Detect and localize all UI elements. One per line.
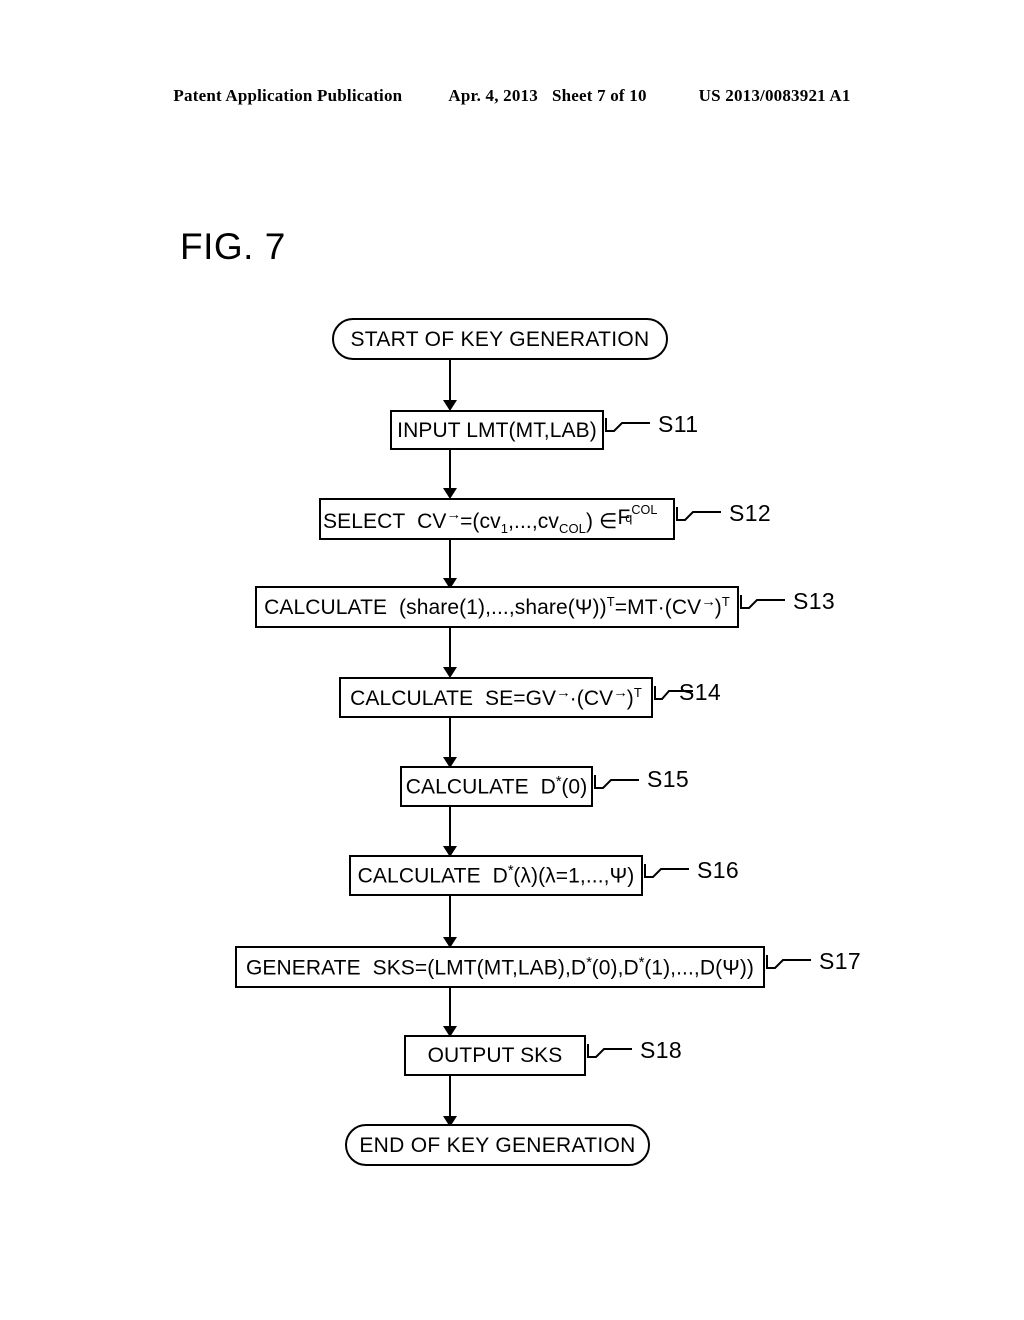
step-label-s11: S11	[658, 411, 699, 437]
step-label-s12: S12	[729, 500, 772, 526]
leader-line-s18	[587, 1044, 632, 1058]
s13-body-c: )	[714, 596, 722, 620]
vector-arrow-icon: →	[701, 594, 716, 611]
s12-element-of-icon: ∈	[599, 509, 618, 533]
vector-arrow-icon: →	[613, 684, 628, 701]
flow-node-s16-label: CALCULATE D*(λ)(λ=1,...,Ψ)	[354, 864, 639, 888]
step-label-s15: S15	[647, 766, 690, 792]
flow-node-s18: OUTPUT SKS	[404, 1035, 586, 1076]
step-label-s16: S16	[697, 857, 740, 883]
s15-body-b: (0)	[561, 775, 588, 799]
vector-arrow-icon: →	[556, 684, 571, 701]
leader-line-s11	[605, 418, 650, 432]
s12-mid: ,...,cv	[508, 509, 559, 533]
flow-node-s17-label: GENERATE SKS=(LMT(MT,LAB),D*(0),D*(1),..…	[242, 955, 758, 980]
leader-line-s15	[594, 775, 639, 789]
flow-node-s15: CALCULATE D*(0)	[400, 766, 593, 807]
s13-body-a: (share(1),...,share(Ψ))	[399, 596, 607, 620]
s15-body-a: D	[540, 775, 556, 799]
vector-arrow-icon: →	[446, 507, 462, 524]
s13-sup-t1: T	[606, 594, 615, 610]
s12-subcol: COL	[558, 520, 587, 536]
step-label-s13: S13	[793, 588, 836, 614]
s14-sup-t: T	[633, 685, 642, 701]
flow-node-s11-label: INPUT LMT(MT,LAB)	[397, 418, 597, 442]
leader-line-s12	[676, 507, 721, 521]
s16-body-b: (λ)(λ=1,...,Ψ)	[513, 864, 635, 888]
s12-sub1: 1	[500, 520, 509, 536]
flow-node-s13: CALCULATE (share(1),...,share(Ψ))T=MT·(C…	[255, 586, 739, 628]
step-label-s18: S18	[640, 1037, 683, 1063]
flow-node-s11: INPUT LMT(MT,LAB)	[390, 410, 604, 450]
s13-body-b: =MT·(CV	[614, 596, 702, 620]
flow-node-s16: CALCULATE D*(λ)(λ=1,...,Ψ)	[349, 855, 643, 896]
s13-sup-t2: T	[721, 594, 730, 610]
s12-close: )	[586, 509, 594, 533]
flow-node-s12-label: SELECT CV→=(cv1,...,cvCOL) ∈ Fq COL	[319, 503, 675, 534]
s17-prefix: GENERATE	[245, 956, 361, 980]
leader-line-s13	[740, 595, 785, 609]
flow-node-s14-label: CALCULATE SE=GV→·(CV→)T	[346, 686, 646, 709]
s14-body-b: ·(CV	[569, 687, 614, 711]
flow-node-end: END OF KEY GENERATION	[345, 1124, 650, 1166]
flow-node-end-label: END OF KEY GENERATION	[359, 1133, 636, 1157]
flow-node-s14: CALCULATE SE=GV→·(CV→)T	[339, 677, 653, 718]
flowchart-diagram: START OF KEY GENERATION INPUT LMT(MT,LAB…	[0, 0, 1024, 1320]
s12-field-group: Fq COL	[617, 503, 671, 527]
s14-body-c: )	[626, 687, 634, 711]
s14-prefix: CALCULATE	[350, 687, 474, 711]
s12-field-sup: COL	[631, 503, 658, 518]
s17-body-b: (0),D	[591, 956, 639, 980]
flow-node-s13-label: CALCULATE (share(1),...,share(Ψ))T=MT·(C…	[260, 595, 734, 618]
step-label-s17: S17	[819, 948, 862, 974]
leader-line-s16	[644, 864, 689, 878]
step-label-s14: S14	[679, 679, 722, 705]
s17-body-a: SKS=(LMT(MT,LAB),D	[372, 956, 587, 980]
s15-prefix: CALCULATE	[405, 775, 529, 799]
flow-node-s17: GENERATE SKS=(LMT(MT,LAB),D*(0),D*(1),..…	[235, 946, 765, 988]
s16-body-a: D	[492, 864, 508, 888]
s12-eq-open: =(cv	[460, 509, 501, 533]
flow-node-s12: SELECT CV→=(cv1,...,cvCOL) ∈ Fq COL	[319, 498, 675, 540]
flow-node-s18-label: OUTPUT SKS	[427, 1044, 563, 1067]
s12-cv: CV	[417, 509, 447, 533]
s13-prefix: CALCULATE	[264, 596, 388, 620]
s17-body-c: (1),...,D(Ψ))	[644, 956, 755, 980]
leader-line-s17	[766, 955, 811, 969]
flow-node-start-label: START OF KEY GENERATION	[350, 327, 650, 351]
flow-node-s15-label: CALCULATE D*(0)	[402, 775, 592, 799]
s16-prefix: CALCULATE	[357, 864, 481, 888]
s12-prefix: SELECT	[323, 509, 406, 533]
s14-body-a: SE=GV	[485, 687, 557, 711]
flow-node-start: START OF KEY GENERATION	[332, 318, 668, 360]
